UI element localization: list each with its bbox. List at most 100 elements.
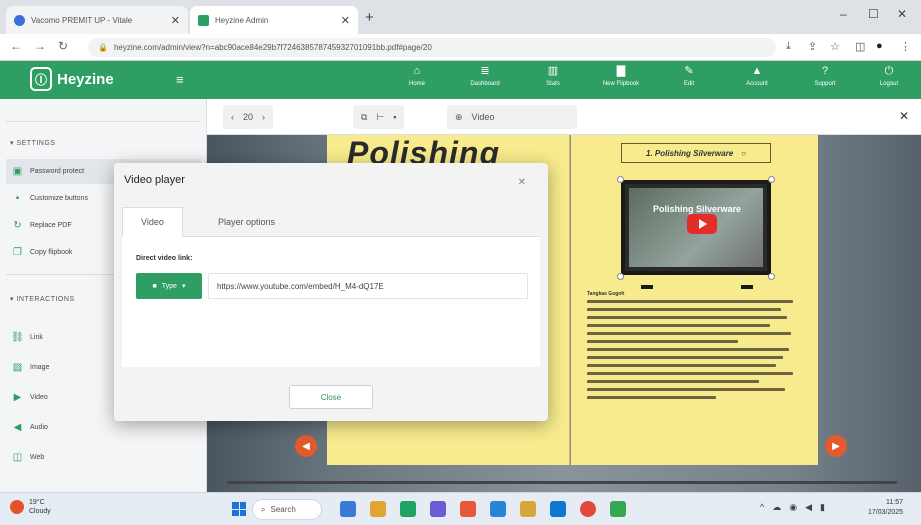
- weather-temp: 19°C: [29, 499, 45, 506]
- support-icon: ?: [821, 65, 829, 77]
- dialog-close-icon[interactable]: ✕: [518, 177, 526, 188]
- taskbar-app-icon[interactable]: [400, 501, 416, 517]
- taskbar-search[interactable]: ⌕ Search: [252, 499, 322, 520]
- menu-icon[interactable]: ⋮: [900, 40, 911, 53]
- share-icon[interactable]: ⇪: [808, 40, 817, 53]
- forward-icon[interactable]: →: [34, 39, 46, 53]
- taskbar-app-icon[interactable]: [490, 501, 506, 517]
- settings-header[interactable]: ▾ SETTINGS: [10, 139, 55, 147]
- account-icon: ▲: [751, 65, 763, 77]
- star-icon[interactable]: ☆: [830, 40, 840, 53]
- cloud-icon[interactable]: ☁: [772, 502, 781, 513]
- video-icon: ▶: [13, 392, 22, 403]
- browser-tab-heyzine[interactable]: Heyzine Admin ✕: [190, 6, 358, 34]
- resize-handle[interactable]: [768, 176, 775, 183]
- tab-video[interactable]: Video: [122, 207, 183, 237]
- sidebar-item-web[interactable]: ◫ Web: [6, 445, 201, 470]
- hamburger-icon[interactable]: ≡: [176, 72, 184, 87]
- next-page-arrow-icon[interactable]: ▶: [825, 435, 847, 457]
- resize-handle[interactable]: [617, 176, 624, 183]
- sidebar-item-label: Web: [30, 454, 45, 461]
- nav-new-flipbook[interactable]: ▇ New Flipbook: [594, 65, 648, 87]
- profile-icon[interactable]: ●: [876, 40, 883, 52]
- prev-page-icon[interactable]: ‹: [231, 112, 234, 122]
- nav-label: New Flipbook: [602, 81, 640, 87]
- system-tray: ^ ☁ ◉ ◀ ▮: [760, 502, 825, 513]
- weather-widget[interactable]: 19°C Cloudy: [10, 498, 51, 516]
- nav-label: Stats: [546, 81, 560, 87]
- nav-support[interactable]: ? Support: [798, 65, 852, 87]
- sidepanel-icon[interactable]: ◫: [855, 40, 865, 53]
- url-field[interactable]: 🔒 heyzine.com/admin/view?n=abc90ace84e29…: [88, 38, 776, 57]
- nav-home[interactable]: ⌂ Home: [390, 65, 444, 87]
- delete-icon[interactable]: ▪: [393, 112, 396, 122]
- align-icon[interactable]: ⊢: [376, 112, 384, 123]
- taskbar-app-icon[interactable]: [460, 501, 476, 517]
- new-flipbook-icon: ▇: [616, 65, 626, 77]
- nav-logout[interactable]: ⏻ Logout: [862, 65, 916, 87]
- nav-edit[interactable]: ✎ Edit: [662, 65, 716, 87]
- video-type-dropdown[interactable]: ■ Type ▾: [136, 273, 202, 299]
- heyzine-logo[interactable]: Ⓘ Heyzine: [30, 67, 114, 91]
- maximize-icon[interactable]: ☐: [868, 7, 879, 21]
- taskbar-app-icon[interactable]: [610, 501, 626, 517]
- media-type-indicator[interactable]: ⊕ Video: [447, 105, 577, 129]
- close-button[interactable]: Close: [289, 385, 373, 409]
- taskbar-app-icon[interactable]: [430, 501, 446, 517]
- nav-label: Logout: [879, 81, 899, 87]
- nav-label: Support: [814, 81, 836, 87]
- video-url-input[interactable]: [208, 273, 528, 299]
- home-icon: ⌂: [413, 65, 421, 77]
- section-heading: 1. Polishing Silverware ○: [621, 143, 771, 163]
- horizontal-scrollbar[interactable]: [227, 481, 897, 484]
- close-window-icon[interactable]: ✕: [897, 7, 907, 21]
- divider: [6, 121, 201, 122]
- system-clock[interactable]: 11:57 17/03/2025: [868, 498, 903, 518]
- play-icon[interactable]: [687, 214, 717, 234]
- taskbar-app-icon[interactable]: [550, 501, 566, 517]
- nav-label: Account: [746, 81, 768, 87]
- reload-icon[interactable]: ↻: [58, 39, 68, 53]
- prev-page-arrow-icon[interactable]: ◀: [295, 435, 317, 457]
- resize-handle[interactable]: [617, 273, 624, 280]
- weather-icon: [10, 500, 24, 514]
- video-embed[interactable]: Polishing Silverware: [621, 180, 771, 275]
- edit-icon: ✎: [684, 65, 694, 77]
- next-page-icon[interactable]: ›: [262, 112, 265, 122]
- taskbar-app-icon[interactable]: [370, 501, 386, 517]
- interactions-header[interactable]: ▾ INTERACTIONS: [10, 295, 75, 303]
- editor-close-icon[interactable]: ✕: [899, 109, 909, 123]
- tab-close-icon[interactable]: ✕: [341, 14, 350, 27]
- taskbar-app-icon[interactable]: [520, 501, 536, 517]
- wifi-icon[interactable]: ◉: [789, 502, 797, 513]
- sidebar-item-label: Replace PDF: [30, 222, 72, 229]
- media-type-label: Video: [471, 112, 495, 122]
- resize-handle[interactable]: [768, 273, 775, 280]
- volume-icon[interactable]: ◀: [805, 502, 812, 513]
- back-icon[interactable]: ←: [10, 39, 22, 53]
- nav-dashboard[interactable]: ≣ Dashboard: [458, 65, 512, 87]
- tab-player-options[interactable]: Player options: [200, 207, 293, 237]
- dialog-title: Video player: [124, 174, 185, 186]
- app-header: Ⓘ Heyzine ≡ ⌂ Home ≣ Dashboard ▥ Stats ▇…: [0, 61, 921, 99]
- nav-stats[interactable]: ▥ Stats: [526, 65, 580, 87]
- page-number[interactable]: 20: [243, 112, 253, 122]
- download-icon[interactable]: ⤓: [786, 40, 791, 53]
- nav-account[interactable]: ▲ Account: [730, 65, 784, 87]
- taskbar-app-icon[interactable]: [340, 501, 356, 517]
- new-tab-button[interactable]: +: [365, 9, 374, 26]
- nav-label: Edit: [683, 81, 695, 87]
- minimize-icon[interactable]: –: [840, 7, 847, 21]
- chevron-up-icon[interactable]: ^: [760, 502, 764, 513]
- tab-close-icon[interactable]: ✕: [171, 14, 180, 27]
- duplicate-icon[interactable]: ⧉: [361, 112, 367, 123]
- lock-icon: ▣: [12, 166, 23, 177]
- chrome-icon[interactable]: [580, 501, 596, 517]
- address-bar: ← → ↻ 🔒 heyzine.com/admin/view?n=abc90ac…: [0, 34, 921, 61]
- browser-tab-vacomo[interactable]: Vacomo PREMIT UP - Vitale ✕: [6, 6, 188, 34]
- sidebar-item-label: Image: [30, 364, 50, 371]
- video-player-dialog: Video player ✕ Video Player options Dire…: [114, 163, 548, 421]
- battery-icon[interactable]: ▮: [820, 502, 825, 513]
- windows-start-icon[interactable]: [232, 502, 246, 516]
- chevron-down-icon: ▾: [181, 283, 186, 290]
